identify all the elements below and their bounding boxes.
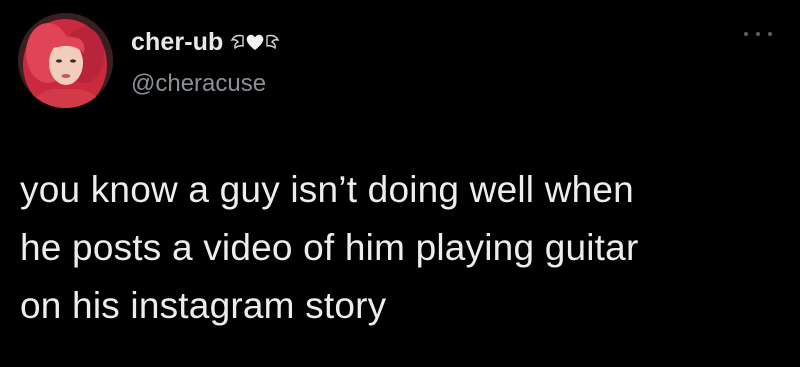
- tweet-line: on his instagram story: [20, 285, 387, 326]
- display-name[interactable]: cher-ub: [131, 28, 223, 57]
- author-name-row[interactable]: cher-ub: [131, 27, 281, 57]
- avatar-image: [18, 13, 113, 108]
- tweet-line: you know a guy isn’t doing well when: [20, 169, 634, 210]
- tweet-text: you know a guy isn’t doing well when he …: [20, 161, 780, 335]
- avatar[interactable]: [18, 13, 113, 108]
- more-dot: [768, 32, 772, 36]
- tweet-card: cher-ub @cheracuse you know a guy isn’t …: [0, 0, 800, 367]
- more-dot: [744, 32, 748, 36]
- author-handle[interactable]: @cheracuse: [131, 70, 266, 98]
- more-options-icon[interactable]: [744, 26, 772, 42]
- heart-wings-icon: [229, 29, 281, 55]
- more-dot: [756, 32, 760, 36]
- tweet-line: he posts a video of him playing guitar: [20, 227, 639, 268]
